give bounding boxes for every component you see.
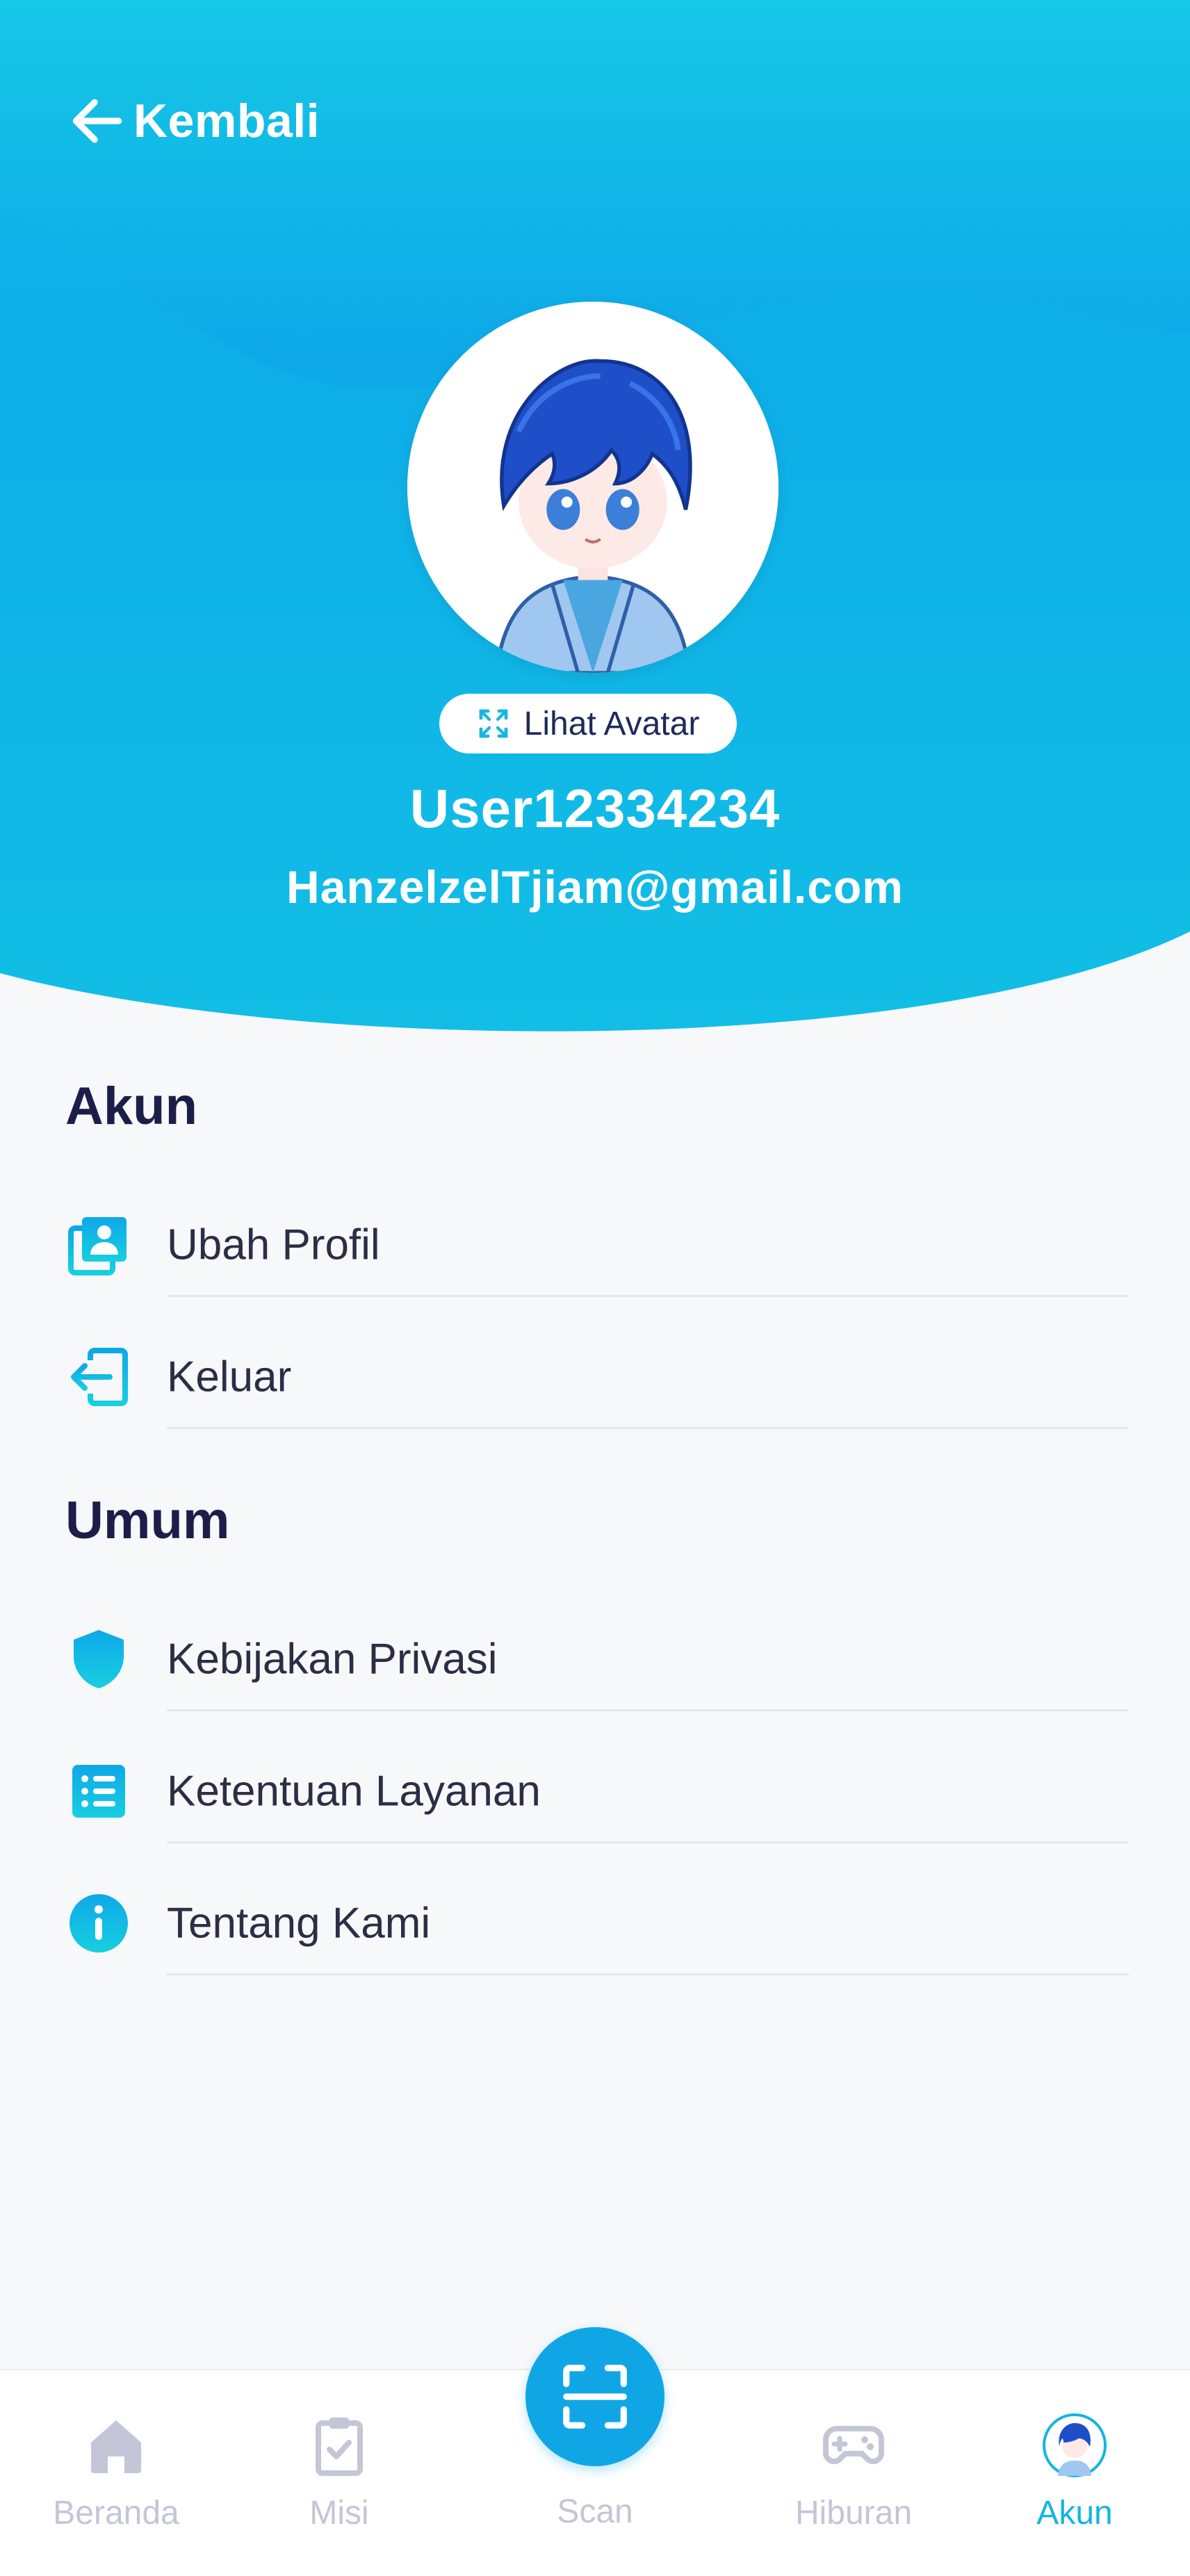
divider — [167, 1709, 1129, 1711]
avatar-image — [407, 302, 779, 673]
menu-item-ketentuan-layanan[interactable]: Ketentuan Layanan — [65, 1739, 1129, 1843]
back-button[interactable]: Kembali — [65, 89, 320, 153]
nav-label: Akun — [1036, 2495, 1113, 2532]
view-avatar-button[interactable]: Lihat Avatar — [439, 694, 737, 753]
home-icon — [91, 2420, 141, 2473]
expand-icon — [479, 709, 508, 738]
back-label: Kembali — [133, 95, 320, 147]
info-icon — [70, 1894, 128, 1953]
profile-avatar[interactable] — [407, 302, 779, 673]
view-avatar-label: Lihat Avatar — [523, 705, 700, 742]
shield-icon — [74, 1630, 124, 1688]
divider — [167, 1841, 1129, 1843]
gamepad-icon — [823, 2426, 884, 2465]
divider — [167, 1295, 1129, 1297]
profile-card-icon — [68, 1217, 127, 1275]
section-title-umum: Umum — [65, 1491, 230, 1550]
list-icon — [72, 1765, 125, 1818]
divider — [167, 1973, 1129, 1975]
nav-item-akun[interactable]: Akun — [1005, 2370, 1144, 2576]
menu-item-kebijakan-privasi[interactable]: Kebijakan Privasi — [65, 1607, 1129, 1711]
nav-label-scan: Scan — [557, 2493, 633, 2530]
nav-label: Misi — [309, 2495, 369, 2532]
clipboard-check-icon — [316, 2418, 363, 2476]
menu-label: Tentang Kami — [167, 1899, 431, 1948]
scan-button[interactable] — [525, 2327, 665, 2466]
menu-label: Ubah Profil — [167, 1221, 380, 1269]
divider — [167, 1427, 1129, 1429]
nav-item-hiburan[interactable]: Hiburan — [784, 2370, 923, 2576]
avatar-icon — [1043, 2413, 1107, 2477]
username: User12334234 — [409, 778, 781, 839]
menu-label: Kebijakan Privasi — [167, 1635, 498, 1684]
section-title-akun: Akun — [65, 1077, 197, 1136]
menu-label: Keluar — [167, 1353, 292, 1401]
nav-item-beranda[interactable]: Beranda — [43, 2370, 189, 2576]
menu-item-keluar[interactable]: Keluar — [65, 1325, 1129, 1429]
nav-label: Beranda — [53, 2495, 179, 2532]
nav-label: Hiburan — [794, 2495, 913, 2532]
scan-icon — [563, 2365, 627, 2429]
menu-label: Ketentuan Layanan — [167, 1767, 541, 1816]
profile-header: Kembali Lihat Avatar User12334234 Hanzel… — [0, 0, 1190, 1057]
menu-item-tentang-kami[interactable]: Tentang Kami — [65, 1871, 1129, 1975]
menu-item-ubah-profil[interactable]: Ubah Profil — [65, 1193, 1129, 1297]
arrow-left-icon — [72, 99, 122, 143]
logout-icon — [71, 1348, 128, 1406]
nav-item-misi[interactable]: Misi — [270, 2370, 409, 2576]
user-email: HanzelzelTjiam@gmail.com — [286, 861, 904, 913]
